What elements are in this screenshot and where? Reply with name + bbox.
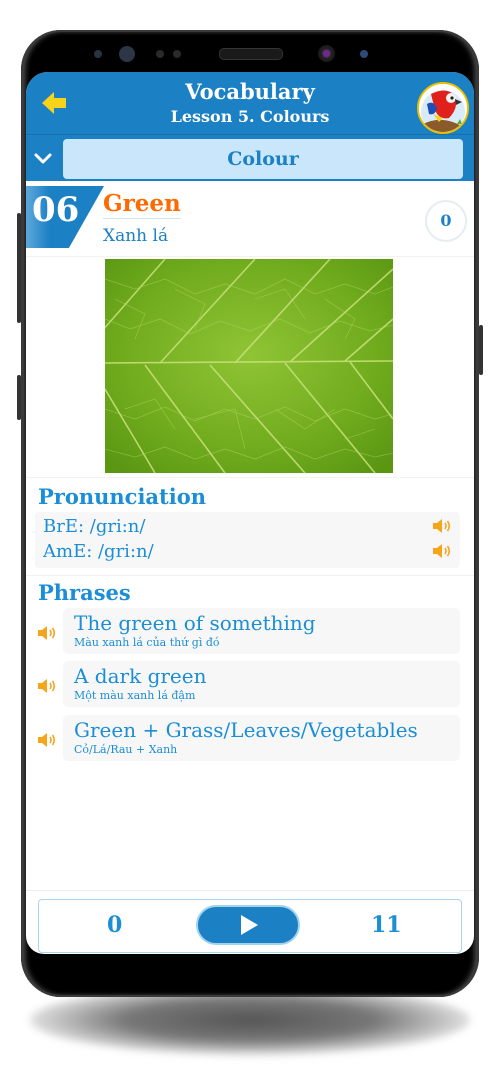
leaf-image bbox=[105, 259, 393, 473]
phrases-title: Phrases bbox=[38, 580, 131, 605]
sensor-dot bbox=[94, 50, 102, 58]
phrase-vietnamese: Cỏ/Lá/Rau + Xanh bbox=[74, 743, 178, 756]
page-title: Vocabulary bbox=[185, 79, 315, 104]
phrase-english: A dark green bbox=[74, 664, 207, 688]
phrase-item[interactable]: Green + Grass/Leaves/Vegetables Cỏ/Lá/Ra… bbox=[63, 715, 460, 761]
play-phrase-2-button[interactable] bbox=[37, 677, 59, 695]
known-count: 0 bbox=[107, 912, 123, 938]
play-bre-button[interactable] bbox=[432, 517, 454, 535]
iris-camera bbox=[318, 45, 335, 62]
front-camera bbox=[119, 46, 135, 62]
category-select[interactable]: Colour bbox=[63, 139, 463, 179]
play-icon bbox=[241, 915, 258, 935]
category-bar: Colour bbox=[26, 134, 474, 187]
parrot-icon bbox=[419, 84, 467, 132]
word-card: 06 Green Xanh lá 0 bbox=[26, 186, 474, 256]
pronunciation-box: BrE: /gri:n/ AmE: /gri:n/ bbox=[35, 512, 460, 568]
play-phrase-3-button[interactable] bbox=[37, 731, 59, 749]
word-number: 06 bbox=[32, 190, 80, 230]
word-english: Green bbox=[103, 190, 181, 219]
speaker-icon bbox=[38, 733, 56, 747]
speaker-icon bbox=[433, 519, 451, 533]
speaker-icon bbox=[433, 544, 451, 558]
avatar[interactable] bbox=[417, 82, 469, 134]
phrase-item[interactable]: The green of something Màu xanh lá của t… bbox=[63, 608, 460, 654]
sensor-dot bbox=[360, 50, 368, 58]
pronunciation-bre: BrE: /gri:n/ bbox=[43, 516, 146, 537]
page-subtitle: Lesson 5. Colours bbox=[170, 107, 330, 126]
total-count: 11 bbox=[371, 912, 402, 938]
word-vietnamese: Xanh lá bbox=[103, 226, 169, 246]
category-toggle[interactable] bbox=[32, 147, 54, 169]
pronunciation-ame: AmE: /gri:n/ bbox=[43, 541, 154, 562]
app-header: Vocabulary Lesson 5. Colours bbox=[26, 72, 474, 134]
phrase-english: Green + Grass/Leaves/Vegetables bbox=[74, 718, 418, 742]
speaker-icon bbox=[38, 626, 56, 640]
phrase-vietnamese: Một màu xanh lá đậm bbox=[74, 689, 196, 702]
app-screen: Vocabulary Lesson 5. Colours Colour 06 G… bbox=[26, 72, 474, 954]
play-button[interactable] bbox=[196, 905, 300, 945]
power-button bbox=[479, 325, 483, 375]
play-phrase-1-button[interactable] bbox=[37, 624, 59, 642]
sensor-dot bbox=[173, 50, 181, 58]
speaker-icon bbox=[38, 679, 56, 693]
earpiece-speaker bbox=[219, 48, 283, 60]
pronunciation-title: Pronunciation bbox=[38, 484, 206, 509]
footer-controls: 0 11 bbox=[38, 899, 462, 953]
phrase-english: The green of something bbox=[74, 611, 316, 635]
phrase-vietnamese: Màu xanh lá của thứ gì đó bbox=[74, 636, 220, 649]
chevron-down-icon bbox=[34, 153, 52, 164]
divider bbox=[26, 575, 474, 576]
divider bbox=[26, 890, 474, 891]
word-image-container bbox=[26, 256, 474, 478]
sensor-dot bbox=[156, 50, 164, 58]
word-score-badge[interactable]: 0 bbox=[425, 200, 467, 242]
play-ame-button[interactable] bbox=[432, 542, 454, 560]
phrase-item[interactable]: A dark green Một màu xanh lá đậm bbox=[63, 661, 460, 707]
